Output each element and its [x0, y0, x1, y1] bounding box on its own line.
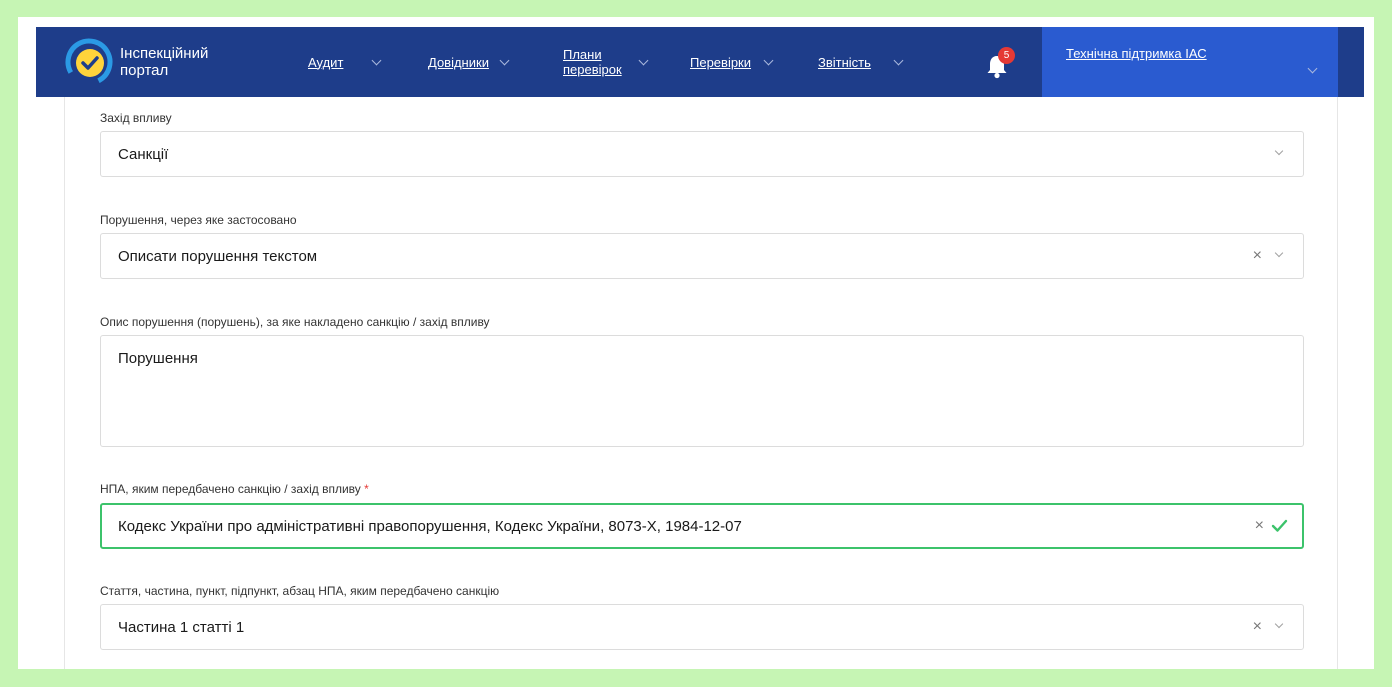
article-select[interactable]: Частина 1 статті 1 × — [100, 604, 1304, 650]
clear-icon[interactable]: × — [1255, 517, 1264, 535]
navbar-right-edge — [1364, 27, 1374, 97]
nav-inspections[interactable]: Перевірки — [690, 27, 774, 97]
legal-act-select[interactable]: Кодекс України про адміністративні право… — [100, 503, 1304, 549]
chevron-down-icon[interactable] — [1274, 146, 1284, 156]
chevron-down-icon — [371, 55, 382, 65]
legal-act-label-text: НПА, яким передбачено санкцію / захід вп… — [100, 482, 361, 496]
measure-value: Санкції — [118, 146, 169, 163]
violation-select[interactable]: Описати порушення текстом × — [100, 233, 1304, 279]
article-label: Стаття, частина, пункт, підпункт, абзац … — [100, 584, 500, 598]
nav-reports[interactable]: Звітність — [818, 27, 904, 97]
violation-label: Порушення, через яке застосовано — [100, 213, 297, 227]
brand-line-1: Інспекційний — [120, 45, 209, 62]
clear-icon[interactable]: × — [1253, 618, 1262, 636]
violation-value: Описати порушення текстом — [118, 248, 318, 265]
checkmark-icon — [1271, 519, 1288, 532]
description-label: Опис порушення (порушень), за яке наклад… — [100, 315, 490, 329]
nav-plans-label: Плани перевірок — [563, 47, 622, 77]
chevron-down-icon — [638, 55, 649, 65]
measure-select[interactable]: Санкції — [100, 131, 1304, 177]
nav-directories-label: Довідники — [428, 54, 489, 70]
nav-plans-line-1: Плани — [563, 47, 602, 62]
support-menu[interactable]: Технічна підтримка ІАС — [1042, 27, 1338, 97]
brand-line-2: портал — [120, 62, 169, 79]
content-border-right — [1337, 97, 1338, 669]
notification-badge: 5 — [998, 47, 1015, 64]
legal-act-value: Кодекс України про адміністративні право… — [118, 518, 742, 535]
nav-inspections-label: Перевірки — [690, 54, 752, 70]
article-value: Частина 1 статті 1 — [118, 619, 245, 636]
chevron-down-icon — [499, 55, 510, 65]
chevron-down-icon — [763, 55, 774, 65]
legal-act-label: НПА, яким передбачено санкцію / захід вп… — [100, 482, 369, 496]
clear-icon[interactable]: × — [1253, 247, 1262, 265]
nav-plans-line-2: перевірок — [563, 62, 622, 77]
nav-audit[interactable]: Аудит — [308, 27, 382, 97]
chevron-down-icon — [893, 55, 904, 65]
portal-logo-icon[interactable] — [64, 37, 114, 87]
support-label: Технічна підтримка ІАС — [1066, 46, 1207, 61]
nav-directories[interactable]: Довідники — [428, 27, 510, 97]
portal-window: Інспекційний портал Аудит Довідники План… — [18, 17, 1374, 669]
top-navbar: Інспекційний портал Аудит Довідники План… — [18, 27, 1374, 97]
nav-audit-label: Аудит — [308, 54, 344, 70]
nav-reports-label: Звітність — [818, 54, 871, 70]
nav-plans[interactable]: Плани перевірок — [563, 27, 649, 97]
chevron-down-icon[interactable] — [1274, 619, 1284, 629]
required-mark: * — [364, 482, 369, 496]
chevron-down-icon[interactable] — [1274, 248, 1284, 258]
portal-brand[interactable]: Інспекційний портал — [120, 45, 208, 79]
content-border-left — [64, 97, 65, 669]
navbar-left-edge — [18, 27, 36, 97]
description-value: Порушення — [118, 350, 198, 367]
chevron-down-icon — [1307, 63, 1318, 74]
measure-label: Захід впливу — [100, 111, 172, 125]
description-textarea[interactable]: Порушення — [100, 335, 1304, 447]
